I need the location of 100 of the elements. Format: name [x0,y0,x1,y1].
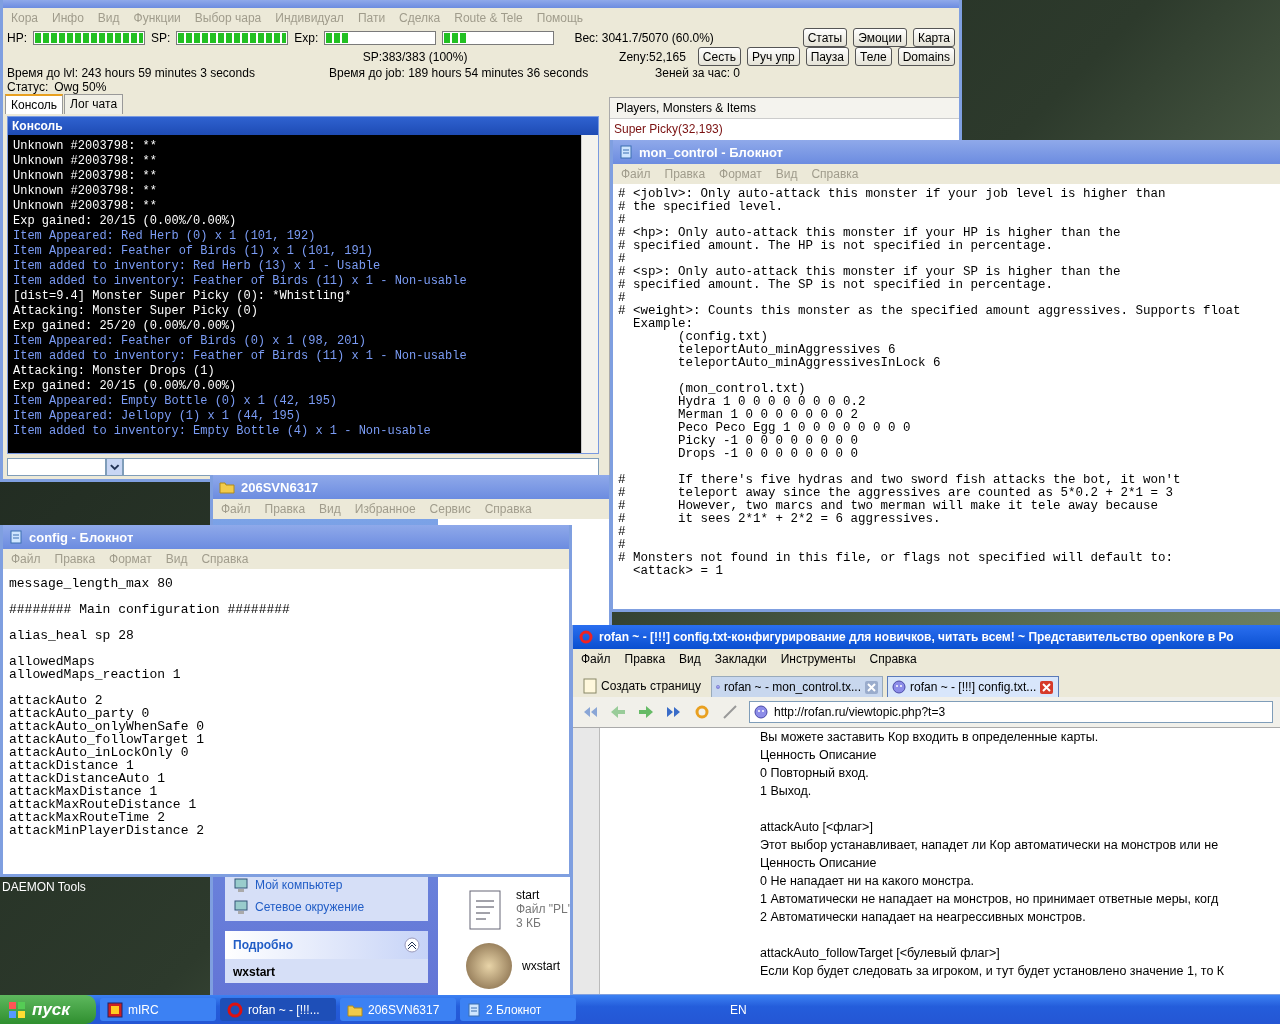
taskbar-button[interactable]: 2 Блокнот [460,998,576,1021]
globe-icon [892,680,906,694]
meter-label: Exp: [294,30,319,45]
taskbar-button[interactable]: rofan ~ - [!!!... [220,998,336,1021]
action-button[interactable]: Эмоции [853,28,907,47]
action-button[interactable]: Domains [897,47,955,66]
place-link[interactable]: Сетевое окружение [233,899,420,915]
language-indicator[interactable]: EN [730,1002,747,1017]
menu-item[interactable]: Правка [624,652,666,666]
monster-list-item[interactable]: Super Picky(32,193) [610,119,959,139]
folder-icon [347,1002,363,1017]
menu-item[interactable]: Вид [165,552,188,566]
menu-item[interactable]: Пати [357,11,386,25]
menu-item[interactable]: Вид [319,502,341,516]
tab[interactable]: Лог чата [64,94,124,114]
address-field[interactable]: http://rofan.ru/viewtopic.php?t=3 [749,701,1273,723]
pen-icon[interactable] [721,704,739,720]
action-button[interactable]: Статы [802,28,848,47]
desktop-icon-label[interactable]: DAEMON Tools [2,880,86,894]
article-line: 0 Не нападает ни на какого монстра. [760,873,975,890]
tab[interactable]: Консоль [5,94,64,114]
article-line: 0 Повторный вход. [760,765,870,782]
meter-label: SP: [151,30,171,45]
menu-item[interactable]: Индивидуал [275,11,344,25]
window-title: mon_control - Блокнот [639,144,783,160]
scrollbar[interactable] [581,135,598,453]
browser-tab[interactable]: rofan ~ - [!!!] config.txt... [887,676,1059,697]
computer-icon [233,877,249,893]
action-button[interactable]: Руч упр [746,47,800,66]
taskbar-button[interactable]: mIRC [100,998,216,1021]
menu-item[interactable]: Формат [109,552,152,566]
menu-item[interactable]: Правка [54,552,96,566]
back-icon[interactable] [609,704,627,720]
windows-flag-icon [8,1000,26,1019]
collapse-icon[interactable] [404,937,420,953]
menu-item[interactable]: Вид [97,11,120,25]
menu-item[interactable]: Файл [11,552,41,566]
reload-icon[interactable] [693,704,711,720]
file-size: 3 КБ [516,916,542,930]
start-button[interactable]: пуск [0,995,96,1024]
action-button[interactable]: Пауза [805,47,850,66]
command-input[interactable] [123,458,599,476]
place-link[interactable]: Мой компьютер [233,877,420,893]
menu-item[interactable]: Справка [811,167,859,181]
menu-item[interactable]: Файл [221,502,251,516]
menu-item[interactable]: Правка [664,167,706,181]
zeny-rate-text: Зеней за час: 0 [655,66,741,80]
meter-label: HP: [7,30,27,45]
menu-item[interactable]: Закладки [714,652,767,666]
console-title: Консоль [8,117,598,135]
menu-item[interactable]: Сделка [399,11,441,25]
menu-item[interactable]: Помощь [536,11,584,25]
page-icon [583,678,597,694]
console-line: Unknown #2003798: ** [13,139,159,154]
menu-item[interactable]: Правка [264,502,306,516]
menu-item[interactable]: Справка [869,652,917,666]
menu-item[interactable]: Инструменты [780,652,856,666]
menu-item[interactable]: Файл [621,167,651,181]
article-line: 1 Автоматически не нападает на монстров, но принимает ответные меры, когд [760,891,1220,908]
menu-item[interactable]: Route & Tele [454,11,523,25]
menu-item[interactable]: Инфо [52,11,84,25]
console-line: Item added to inventory: Empty Bottle (4) x 1 - Non-usable [13,424,432,439]
menu-item[interactable]: Функции [133,11,181,25]
computer-icon [233,899,249,915]
article-line: attackAuto_followTarget [<булевый флаг>] [760,945,1001,962]
menu-item[interactable]: Выбор чара [194,11,262,25]
menu-item[interactable]: Сервис [429,502,471,516]
menu-item[interactable]: Справка [201,552,249,566]
taskbar-button[interactable]: 206SVN6317 [340,998,456,1021]
sp-text: SP:383/383 (100%) [362,49,469,64]
console-line: Item added to inventory: Red Herb (13) x 1 - Usable [13,259,382,274]
window-title: config - Блокнот [29,529,134,545]
menu-item[interactable]: Избранное [354,502,416,516]
action-button[interactable]: Карта [912,28,955,47]
close-icon[interactable] [1040,680,1054,694]
new-page-button[interactable]: Создать страницу [577,675,707,697]
menu-item[interactable]: Кора [11,11,38,25]
action-button[interactable]: Теле [855,47,892,66]
menu-item[interactable]: Файл [581,652,611,666]
browser-tab[interactable]: rofan ~ - mon_control.tx... [711,676,883,697]
console-line: Unknown #2003798: ** [13,169,159,184]
panel-title: Players, Monsters & Items [610,98,959,119]
browser-icon [227,1001,243,1018]
close-icon[interactable] [865,680,878,694]
menu-item[interactable]: Вид [679,652,701,666]
notepad-icon [9,530,23,544]
zeny-text: Zeny:52,165 [619,49,686,64]
file-name[interactable]: start [516,888,573,902]
action-button[interactable]: Сесть [697,47,741,66]
notepad-icon [467,1002,481,1017]
console-line: Item Appeared: Feather of Birds (1) x 1 (101, 191) [13,244,375,259]
menu-item[interactable]: Справка [484,502,532,516]
menu-item[interactable]: Вид [775,167,798,181]
photo-placeholder [466,943,512,989]
status-label: Статус: [7,80,49,94]
forward-icon[interactable] [637,704,655,720]
menu-item[interactable]: Формат [719,167,762,181]
article-line: Ценность Описание [760,855,878,872]
console-line: Exp gained: 20/15 (0.00%/0.00%) [13,214,238,229]
file-name[interactable]: wxstart [522,959,560,973]
